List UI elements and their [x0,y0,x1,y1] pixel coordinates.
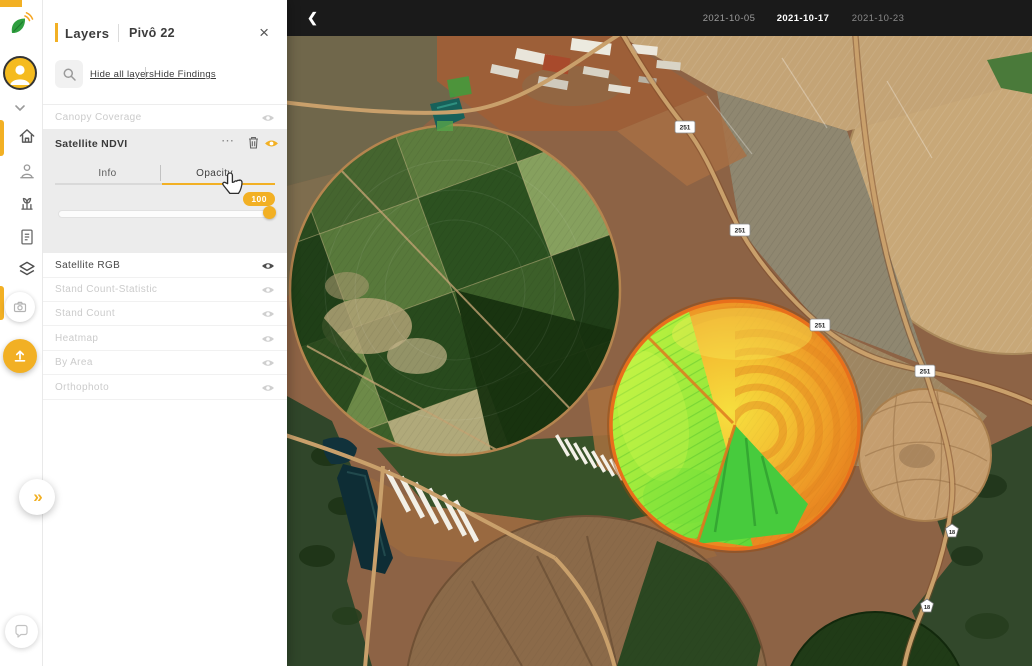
chevron-down-icon[interactable] [13,100,27,110]
report-icon[interactable] [11,226,31,246]
road-marker: 251 [810,319,830,331]
field-crops-icon[interactable] [11,192,31,212]
road-marker: 251 [730,224,750,236]
search-icon [62,67,77,82]
back-chevron-icon[interactable]: ❮ [301,9,324,27]
layer-row-stand-count[interactable]: Stand Count [42,301,287,326]
search-button[interactable] [55,60,83,88]
eye-icon[interactable] [259,283,277,296]
svg-text:251: 251 [735,228,746,235]
eye-icon[interactable] [259,381,277,394]
brand-chip [0,0,22,7]
avatar[interactable] [3,56,37,90]
svg-text:251: 251 [920,369,931,376]
scouting-icon[interactable] [11,160,31,180]
active-indicator [0,286,4,320]
eye-icon[interactable] [259,111,277,124]
layers-panel: Layers Pivô 22 × Hide all layers Hide Fi… [42,0,287,666]
svg-text:18: 18 [924,605,930,611]
active-layer-card[interactable]: Satellite NDVI ⋯ Info Opacity 100 [42,129,287,253]
app-window: » Layers Pivô 22 × Hide all layers Hide … [0,0,1032,666]
eye-icon[interactable] [259,356,277,369]
tab-info[interactable]: Info [55,167,160,180]
double-chevron-right-icon: » [33,487,40,507]
opacity-value-badge: 100 [243,192,275,206]
support-chat-button[interactable] [5,615,38,648]
layer-row-canopy-coverage[interactable]: Canopy Coverage [42,105,287,130]
delete-layer-icon[interactable] [248,136,259,152]
date-tab-1[interactable]: 2021-10-05 [694,12,764,25]
layer-row-stand-count-statistic[interactable]: Stand Count-Statistic [42,277,287,302]
close-icon[interactable]: × [257,22,271,43]
layers-icon[interactable] [11,258,31,278]
date-tab-3[interactable]: 2021-10-23 [843,12,913,25]
eye-icon[interactable] [259,259,277,272]
map-area: ❮ 2021-10-05 2021-10-17 2021-10-23 [287,0,1032,666]
more-options-icon[interactable]: ⋯ [215,132,241,150]
leaf-logo-icon [6,10,34,38]
home-icon[interactable] [11,125,31,145]
satellite-map-canvas[interactable]: 251 251 251 251 18 [287,36,1032,666]
tab-active-underline [162,183,275,185]
layer-row-by-area[interactable]: By Area [42,350,287,375]
svg-text:251: 251 [680,125,691,132]
ndvi-overlay-circle [606,298,862,552]
eye-icon-active[interactable] [264,137,279,152]
expand-panel-button[interactable]: » [19,479,55,515]
panel-title: Layers [65,26,109,41]
upload-button[interactable] [3,339,37,373]
tab-opacity[interactable]: Opacity [162,167,267,180]
eye-icon[interactable] [259,332,277,345]
panel-accent-bar [55,23,58,42]
road-marker: 251 [675,121,695,133]
layer-row-heatmap[interactable]: Heatmap [42,326,287,351]
layer-row-satellite-rgb[interactable]: Satellite RGB [42,253,287,278]
field-name: Pivô 22 [129,26,175,40]
drone-imagery-button[interactable] [5,292,35,322]
hide-findings-link[interactable]: Hide Findings [154,69,216,80]
layer-row-orthophoto[interactable]: Orthophoto [42,375,287,400]
title-divider [118,24,119,42]
link-divider [145,67,146,80]
svg-text:251: 251 [815,323,826,330]
active-layer-name: Satellite NDVI [55,138,127,150]
icon-sidebar [0,0,43,666]
opacity-slider-knob[interactable] [263,206,276,219]
crop-circle-right-fallow [859,389,991,521]
timeline-topbar: ❮ 2021-10-05 2021-10-17 2021-10-23 [287,0,1032,36]
opacity-slider[interactable] [58,210,272,218]
date-tab-2-active[interactable]: 2021-10-17 [768,12,838,25]
eye-icon[interactable] [259,307,277,320]
road-marker: 251 [915,365,935,377]
active-indicator [0,120,4,156]
tab-divider [160,165,161,181]
svg-text:18: 18 [949,530,955,536]
